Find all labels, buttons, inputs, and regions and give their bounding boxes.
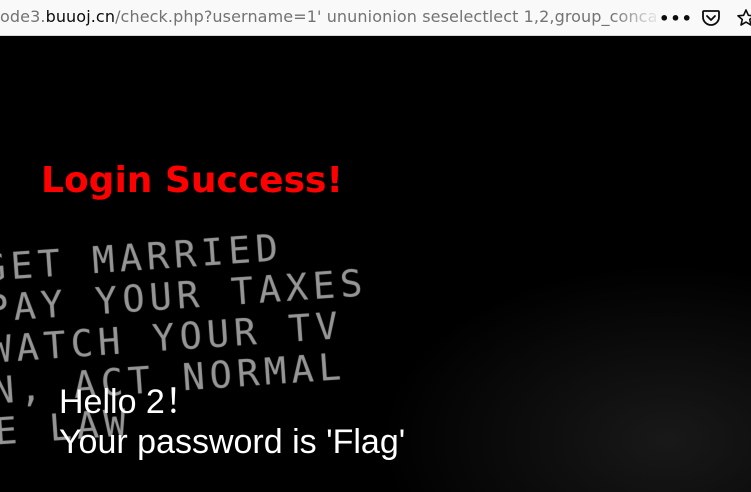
bookmark-star-icon[interactable] [733, 5, 751, 31]
login-success-heading: Login Success! [41, 160, 343, 201]
address-bar[interactable]: ode3.buuoj.cn/check.php?username=1' unun… [0, 7, 662, 26]
url-fade [612, 0, 664, 35]
url-path: /check.php?username=1' ununionion sesele… [115, 7, 658, 26]
more-actions-icon[interactable]: ••• [659, 5, 692, 31]
page-content: GET MARRIED PAY YOUR TAXES WATCH YOUR TV… [0, 43, 751, 492]
browser-toolbar: ode3.buuoj.cn/check.php?username=1' unun… [0, 0, 751, 36]
greeting-block: Hello 2！ Your password is 'Flag' [59, 382, 405, 462]
url-domain: buuoj.cn [45, 7, 116, 26]
pocket-icon[interactable] [698, 5, 724, 31]
hello-text: Hello 2！ [59, 383, 199, 421]
password-text: Your password is 'Flag' [59, 423, 406, 461]
url-prefix: ode3. [0, 7, 46, 26]
